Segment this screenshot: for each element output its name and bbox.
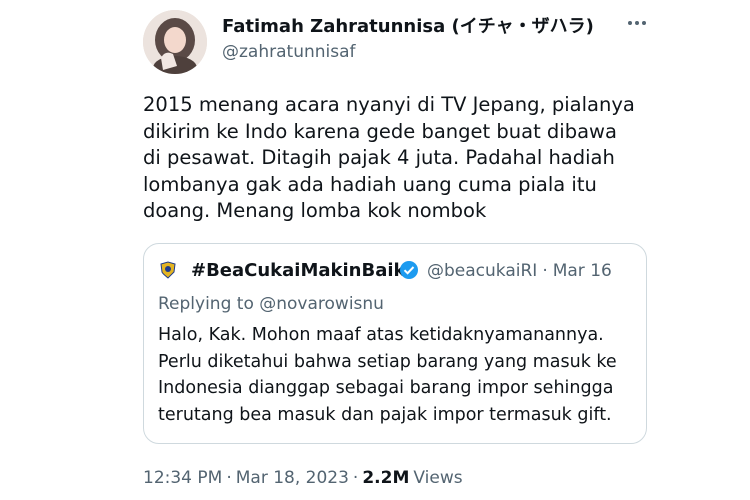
quoted-line: Perlu diketahui bahwa setiap barang yang… [158,351,617,372]
tweet-line: di pesawat. Ditagih pajak 4 juta. Padaha… [143,146,615,170]
author-name[interactable]: Fatimah Zahratunnisa (イチャ・ザハラ) [222,12,594,38]
tweet-time[interactable]: 12:34 PM [143,468,222,488]
replying-mention[interactable]: @novarowisnu [259,294,384,314]
verified-badge-icon [399,260,419,280]
tweet-line: dikirim ke Indo karena gede banget buat … [143,119,617,143]
quoted-line: Indonesia dianggap sebagai barang impor … [158,378,614,398]
replying-to: Replying to @novarowisnu [158,294,384,314]
bea-cukai-logo-icon [158,260,178,280]
views-count[interactable]: 2.2M [362,468,409,488]
tweet-line: doang. Menang lomba kok nombok [143,199,487,223]
tweet-footer: 12:34 PM · Mar 18, 2023 · 2.2M Views [143,468,467,488]
more-icon[interactable] [624,10,650,36]
quoted-handle[interactable]: @beacukaiRI [427,261,537,281]
quoted-text: Halo, Kak. Mohon maaf atas ketidaknyaman… [158,322,638,428]
quoted-line: terutang bea masuk dan pajak impor terma… [158,404,612,425]
meta-separator: · [542,261,548,281]
quoted-date[interactable]: Mar 16 [553,261,612,281]
tweet-line: lombanya gak ada hadiah uang cuma piala … [143,172,597,196]
tweet-line: 2015 menang acara nyanyi di TV Jepang, p… [143,93,635,116]
avatar[interactable] [143,10,207,74]
quoted-meta: @beacukaiRI · Mar 16 [427,261,617,281]
quoted-author-name[interactable]: #BeaCukaiMakinBaik [191,260,406,281]
quoted-tweet[interactable]: #BeaCukaiMakinBaik @beacukaiRI · Mar 16 Re… [143,243,647,444]
tweet-text: 2015 menang acara nyanyi di TV Jepang, p… [143,92,643,225]
footer-separator: · [352,468,359,488]
views-label: Views [413,468,463,488]
avatar-photo [143,10,207,74]
footer-separator: · [226,468,232,488]
replying-label: Replying to [158,294,254,314]
author-handle[interactable]: @zahratunnisaf [222,42,356,62]
tweet-date[interactable]: Mar 18, 2023 [236,468,349,488]
quoted-line: Halo, Kak. Mohon maaf atas ketidaknyaman… [158,325,604,345]
